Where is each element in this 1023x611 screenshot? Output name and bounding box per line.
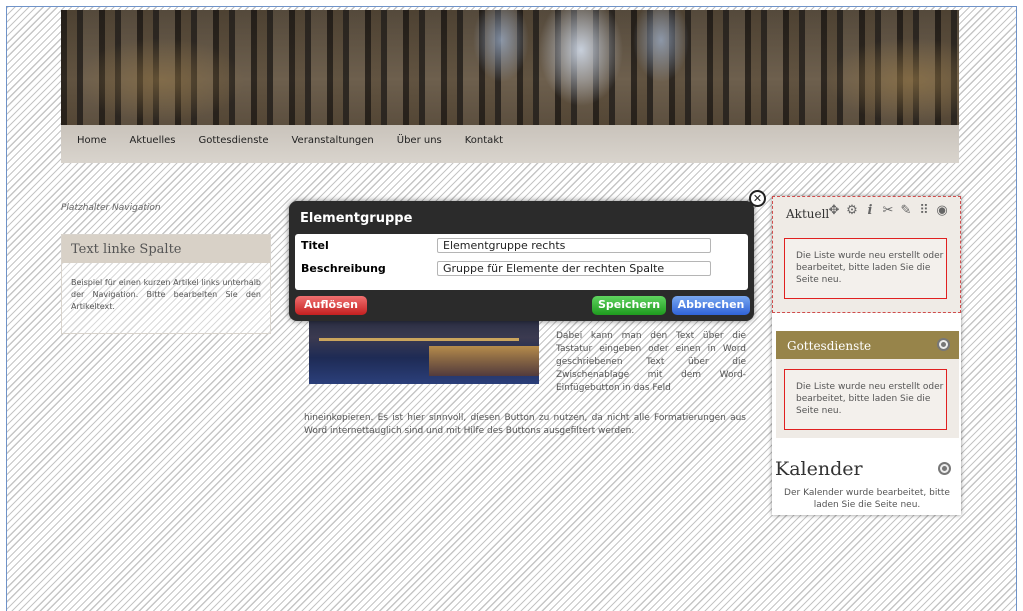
left-article-text: Beispiel für einen kurzen Artikel links …: [71, 278, 261, 311]
main-navigation: Home Aktuelles Gottesdienste Veranstaltu…: [61, 125, 959, 163]
titel-label: Titel: [301, 239, 329, 252]
article-image: [309, 318, 539, 384]
close-icon[interactable]: ✕: [749, 190, 766, 207]
dialog-body: Titel Elementgruppe rechts Beschreibung …: [295, 234, 748, 290]
grid-icon[interactable]: ⠿: [916, 203, 932, 219]
article-text-wrapped: Dabei kann man den Text über die Tastatu…: [556, 331, 746, 393]
navigation-placeholder: Platzhalter Navigation: [61, 203, 161, 213]
dialog-title: Elementgruppe: [300, 211, 413, 226]
settings-icon[interactable]: ⚙: [844, 203, 860, 219]
gottesdienste-title: Gottesdienste: [787, 339, 872, 353]
target-icon[interactable]: [937, 338, 950, 351]
kalender-title: Kalender: [775, 458, 863, 480]
kalender-reload-message: Der Kalender wurde bearbeitet, bitte lad…: [784, 488, 950, 510]
left-article-title: Text linke Spalte: [62, 235, 270, 263]
target-icon[interactable]: [938, 462, 951, 475]
article-text-continued: hineinkopieren. Es ist hier sinnvoll, di…: [304, 413, 746, 436]
move-icon[interactable]: ✥: [826, 203, 842, 219]
element-toolbar: ✥ ⚙ i ✂ ✎ ⠿ ◉: [826, 203, 950, 219]
cancel-button[interactable]: Abbrechen: [672, 296, 750, 315]
target-icon[interactable]: ◉: [934, 203, 950, 219]
nav-item-gottesdienste[interactable]: Gottesdienste: [199, 135, 269, 146]
gottesdienste-header[interactable]: Gottesdienste: [776, 331, 959, 359]
left-column-article[interactable]: Text linke Spalte Beispiel für einen kur…: [61, 234, 271, 334]
aktuell-reload-message: Die Liste wurde neu erstellt oder bearbe…: [784, 238, 947, 299]
header-image: [61, 10, 959, 125]
aktuell-title: Aktuell: [786, 207, 830, 221]
nav-item-home[interactable]: Home: [77, 135, 107, 146]
elementgroup-dialog: Elementgruppe Titel Elementgruppe rechts…: [289, 201, 754, 321]
dissolve-button[interactable]: Auflösen: [295, 296, 367, 315]
nav-item-veranstaltungen[interactable]: Veranstaltungen: [291, 135, 373, 146]
beschreibung-input[interactable]: Gruppe für Elemente der rechten Spalte: [437, 261, 711, 276]
beschreibung-label: Beschreibung: [301, 262, 386, 275]
cut-icon[interactable]: ✂: [880, 203, 896, 219]
nav-item-ueber-uns[interactable]: Über uns: [397, 135, 442, 146]
nav-item-kontakt[interactable]: Kontakt: [465, 135, 503, 146]
gottesdienste-reload-message: Die Liste wurde neu erstellt oder bearbe…: [784, 369, 947, 430]
edit-icon[interactable]: ✎: [898, 203, 914, 219]
titel-input[interactable]: Elementgruppe rechts: [437, 238, 711, 253]
info-icon[interactable]: i: [862, 203, 878, 219]
nav-item-aktuelles[interactable]: Aktuelles: [130, 135, 176, 146]
save-button[interactable]: Speichern: [592, 296, 666, 315]
